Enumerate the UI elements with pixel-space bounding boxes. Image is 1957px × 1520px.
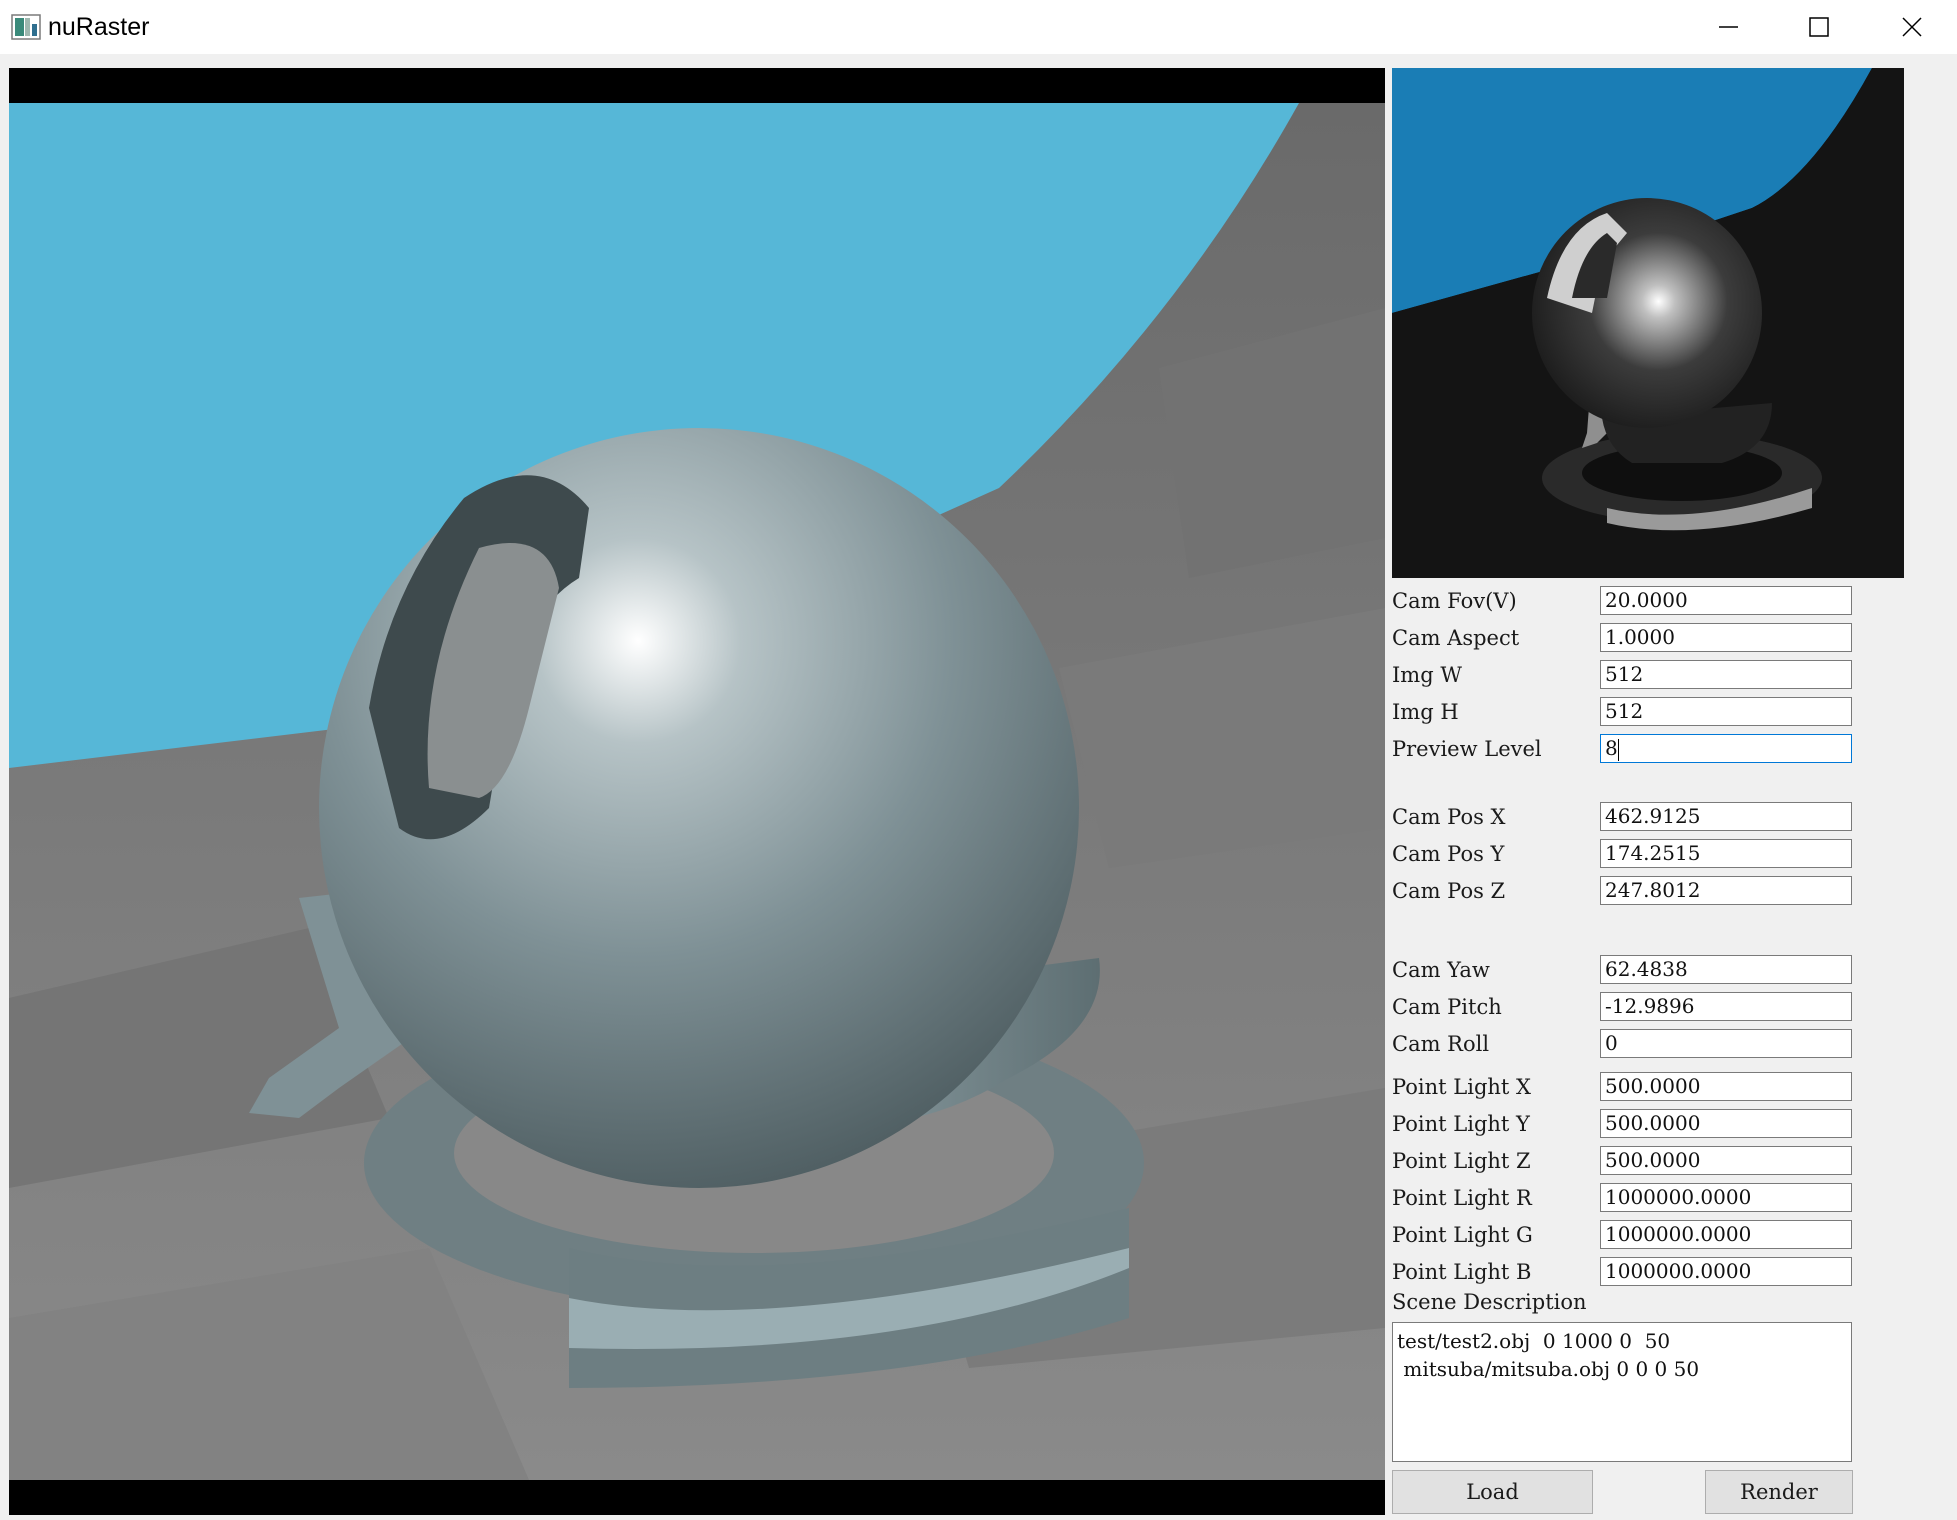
img-h-input[interactable]: 512 [1600, 697, 1852, 726]
field-row: Cam Pos Z 247.8012 [1392, 875, 1862, 907]
point-light-z-input[interactable]: 500.0000 [1600, 1146, 1852, 1175]
field-row: Point Light B 1000000.0000 [1392, 1256, 1862, 1288]
maximize-button[interactable] [1773, 0, 1865, 54]
field-row: Point Light Z 500.0000 [1392, 1145, 1862, 1177]
field-row: Preview Level 8 [1392, 733, 1862, 765]
window-title: nuRaster [48, 13, 150, 41]
field-row: Cam Pos X 462.9125 [1392, 801, 1862, 833]
cam-pitch-input[interactable]: -12.9896 [1600, 992, 1852, 1021]
render-canvas [9, 68, 1385, 1515]
field-row: Img W 512 [1392, 659, 1862, 691]
app-icon [11, 14, 41, 40]
cam-pos-z-input[interactable]: 247.8012 [1600, 876, 1852, 905]
minimize-button[interactable] [1682, 0, 1774, 54]
preview-image [1392, 68, 1904, 578]
maximize-icon [1809, 17, 1829, 37]
field-label: Cam Roll [1392, 1032, 1490, 1056]
field-row: Point Light R 1000000.0000 [1392, 1182, 1862, 1214]
scene-line: mitsuba/mitsuba.obj 0 0 0 50 [1397, 1357, 1700, 1381]
field-row: Cam Aspect 1.0000 [1392, 622, 1862, 654]
title-bar: nuRaster [0, 0, 1957, 54]
cam-fov-input[interactable]: 20.0000 [1600, 586, 1852, 615]
field-row: Point Light G 1000000.0000 [1392, 1219, 1862, 1251]
field-label: Point Light R [1392, 1186, 1532, 1210]
preview-level-value: 8 [1605, 736, 1618, 760]
cam-aspect-input[interactable]: 1.0000 [1600, 623, 1852, 652]
field-label: Cam Pos Y [1392, 842, 1505, 866]
field-label: Cam Pos Z [1392, 879, 1506, 903]
field-label: Cam Aspect [1392, 626, 1520, 650]
cam-pos-y-input[interactable]: 174.2515 [1600, 839, 1852, 868]
field-row: Cam Pos Y 174.2515 [1392, 838, 1862, 870]
field-label: Point Light Y [1392, 1112, 1530, 1136]
cam-yaw-input[interactable]: 62.4838 [1600, 955, 1852, 984]
field-label: Img W [1392, 663, 1462, 687]
field-row: Cam Pitch -12.9896 [1392, 991, 1862, 1023]
render-viewport[interactable] [9, 68, 1385, 1515]
field-label: Cam Pitch [1392, 995, 1502, 1019]
scene-description-label: Scene Description [1392, 1290, 1587, 1314]
cam-pos-x-input[interactable]: 462.9125 [1600, 802, 1852, 831]
minimize-icon [1719, 26, 1738, 28]
field-label: Preview Level [1392, 737, 1542, 761]
close-button[interactable] [1865, 0, 1957, 54]
field-label: Cam Fov(V) [1392, 589, 1517, 613]
preview-level-input[interactable]: 8 [1600, 734, 1852, 763]
point-light-r-input[interactable]: 1000000.0000 [1600, 1183, 1852, 1212]
field-label: Cam Pos X [1392, 805, 1506, 829]
img-w-input[interactable]: 512 [1600, 660, 1852, 689]
load-button[interactable]: Load [1392, 1470, 1593, 1514]
preview-sphere [1532, 198, 1762, 428]
point-light-g-input[interactable]: 1000000.0000 [1600, 1220, 1852, 1249]
cam-roll-input[interactable]: 0 [1600, 1029, 1852, 1058]
field-label: Point Light B [1392, 1260, 1532, 1284]
field-row: Point Light Y 500.0000 [1392, 1108, 1862, 1140]
field-row: Cam Fov(V) 20.0000 [1392, 585, 1862, 617]
scene-description-textarea[interactable]: test/test2.obj 0 1000 0 50 mitsuba/mitsu… [1392, 1322, 1852, 1462]
field-label: Point Light X [1392, 1075, 1531, 1099]
field-row: Cam Roll 0 [1392, 1028, 1862, 1060]
point-light-x-input[interactable]: 500.0000 [1600, 1072, 1852, 1101]
scene-line: test/test2.obj 0 1000 0 50 [1397, 1329, 1671, 1353]
field-label: Point Light G [1392, 1223, 1533, 1247]
text-caret [1617, 738, 1619, 761]
point-light-y-input[interactable]: 500.0000 [1600, 1109, 1852, 1138]
field-label: Point Light Z [1392, 1149, 1531, 1173]
close-icon [1902, 17, 1922, 37]
render-button[interactable]: Render [1705, 1470, 1853, 1514]
field-row: Point Light X 500.0000 [1392, 1071, 1862, 1103]
field-label: Img H [1392, 700, 1459, 724]
point-light-b-input[interactable]: 1000000.0000 [1600, 1257, 1852, 1286]
field-label: Cam Yaw [1392, 958, 1490, 982]
field-row: Cam Yaw 62.4838 [1392, 954, 1862, 986]
field-row: Img H 512 [1392, 696, 1862, 728]
